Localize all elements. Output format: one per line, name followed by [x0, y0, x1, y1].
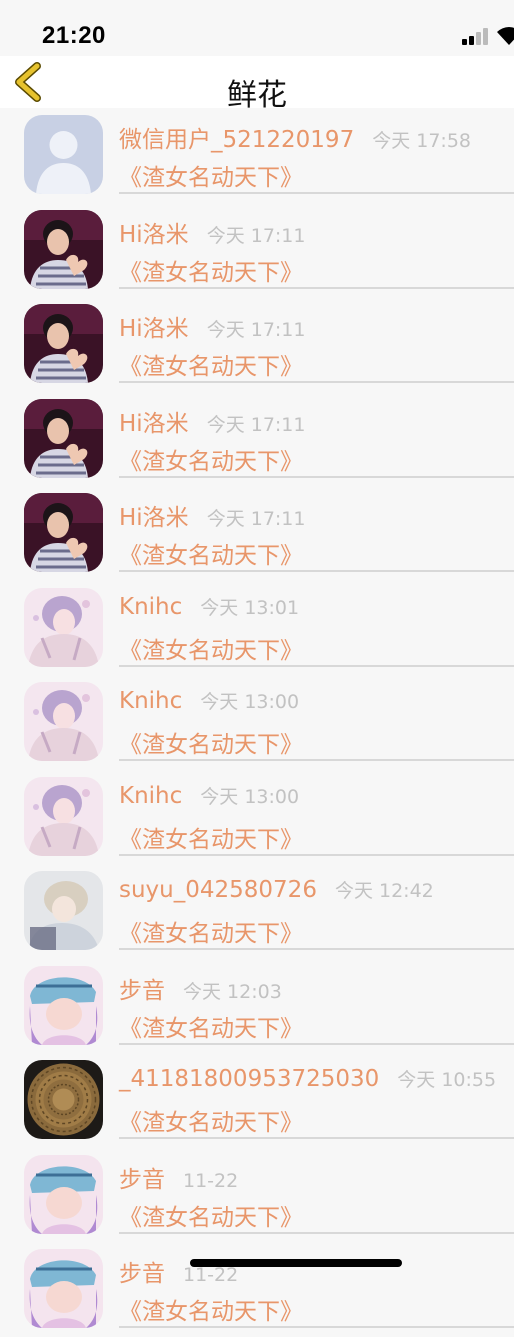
list-item[interactable]: _41181800953725030 今天 10:55 《渣女名动天下》 — [0, 1053, 514, 1148]
divider — [119, 381, 514, 383]
user-name[interactable]: Hi洛米 — [119, 309, 189, 343]
name-line: Knihc 今天 13:01 — [119, 593, 299, 620]
avatar[interactable] — [24, 682, 103, 761]
list-item[interactable]: Knihc 今天 13:00 《渣女名动天下》 — [0, 675, 514, 770]
name-line: Hi洛米 今天 17:11 — [119, 404, 305, 438]
timestamp: 今天 17:11 — [206, 319, 306, 341]
list-item[interactable]: 步音 今天 12:03 《渣女名动天下》 — [0, 959, 514, 1054]
user-name[interactable]: suyu_042580726 — [119, 877, 317, 903]
book-title[interactable]: 《渣女名动天下》 — [119, 1292, 303, 1326]
avatar[interactable] — [24, 304, 103, 383]
list-item[interactable]: 步音 11-22 《渣女名动天下》 — [0, 1148, 514, 1243]
timestamp: 11-22 — [183, 1169, 239, 1192]
timestamp: 今天 17:11 — [206, 413, 306, 436]
divider — [119, 948, 514, 950]
timestamp: 今天 13:00 — [200, 785, 300, 808]
list-item[interactable]: Hi洛米 今天 17:11 《渣女名动天下》 — [0, 486, 514, 581]
avatar[interactable] — [24, 587, 103, 667]
name-line: _41181800953725030 今天 10:55 — [119, 1065, 496, 1092]
timestamp: 今天 17:11 — [206, 508, 306, 530]
timestamp: 今天 10:55 — [397, 1069, 497, 1091]
user-name[interactable]: Knihc — [119, 783, 182, 809]
book-title[interactable]: 《渣女名动天下》 — [119, 1103, 303, 1137]
divider — [119, 475, 514, 478]
name-line: Hi洛米 今天 17:11 — [119, 498, 305, 532]
divider — [119, 286, 514, 289]
book-title[interactable]: 《渣女名动天下》 — [119, 725, 303, 759]
wifi-icon — [496, 26, 514, 46]
book-title[interactable]: 《渣女名动天下》 — [119, 820, 303, 854]
user-name[interactable]: 步音 — [119, 1254, 165, 1288]
list-item[interactable]: Knihc 今天 13:00 《渣女名动天下》 — [0, 770, 514, 865]
user-name[interactable]: 步音 — [119, 971, 165, 1005]
book-title[interactable]: 《渣女名动天下》 — [119, 442, 303, 476]
divider — [119, 664, 514, 667]
user-name[interactable]: Hi洛米 — [119, 498, 189, 532]
list-item[interactable]: 微信用户_521220197 今天 17:58 《渣女名动天下》 — [0, 108, 514, 203]
name-line: Knihc 今天 13:00 — [119, 782, 299, 809]
list-item[interactable]: Hi洛米 今天 17:11 《渣女名动天下》 — [0, 297, 514, 392]
status-time: 21:20 — [42, 22, 106, 49]
book-title[interactable]: 《渣女名动天下》 — [119, 1198, 303, 1232]
cellular-signal-icon — [462, 27, 492, 45]
timestamp: 今天 17:58 — [372, 130, 471, 152]
avatar[interactable] — [24, 776, 103, 856]
avatar[interactable] — [24, 1249, 103, 1328]
avatar[interactable] — [24, 1154, 103, 1234]
user-name[interactable]: Knihc — [119, 688, 182, 714]
avatar[interactable] — [24, 398, 103, 478]
avatar[interactable] — [24, 115, 103, 194]
timestamp: 今天 17:11 — [206, 224, 306, 247]
timestamp: 今天 12:42 — [334, 880, 434, 902]
name-line: 微信用户_521220197 今天 17:58 — [119, 120, 471, 154]
nav-bar: 鲜花 — [0, 56, 514, 113]
divider — [119, 853, 514, 856]
divider — [119, 192, 514, 194]
book-title[interactable]: 《渣女名动天下》 — [119, 536, 303, 570]
avatar[interactable] — [24, 871, 103, 950]
timestamp: 今天 13:00 — [200, 691, 300, 713]
list-item[interactable]: Knihc 今天 13:01 《渣女名动天下》 — [0, 581, 514, 676]
timestamp: 今天 12:03 — [183, 980, 282, 1003]
list-item[interactable]: Hi洛米 今天 17:11 《渣女名动天下》 — [0, 203, 514, 298]
name-line: Knihc 今天 13:00 — [119, 687, 299, 714]
avatar[interactable] — [24, 965, 103, 1045]
timestamp: 11-22 — [183, 1264, 239, 1286]
book-title[interactable]: 《渣女名动天下》 — [119, 158, 303, 192]
user-name[interactable]: _41181800953725030 — [119, 1066, 379, 1092]
book-title[interactable]: 《渣女名动天下》 — [119, 347, 303, 381]
list-item[interactable]: suyu_042580726 今天 12:42 《渣女名动天下》 — [0, 864, 514, 959]
book-title[interactable]: 《渣女名动天下》 — [119, 1009, 303, 1043]
avatar[interactable] — [24, 493, 103, 572]
user-name[interactable]: Knihc — [119, 594, 182, 620]
divider — [119, 1042, 514, 1045]
avatar[interactable] — [24, 1060, 103, 1139]
avatar[interactable] — [24, 209, 103, 289]
name-line: suyu_042580726 今天 12:42 — [119, 876, 434, 903]
name-line: 步音 今天 12:03 — [119, 971, 282, 1005]
divider — [119, 570, 514, 572]
name-line: 步音 11-22 — [119, 1160, 238, 1194]
divider — [119, 1326, 514, 1328]
name-line: Hi洛米 今天 17:11 — [119, 309, 305, 343]
user-name[interactable]: Hi洛米 — [119, 215, 189, 249]
timestamp: 今天 13:01 — [200, 596, 300, 619]
user-name[interactable]: Hi洛米 — [119, 404, 189, 438]
book-title[interactable]: 《渣女名动天下》 — [119, 253, 303, 287]
list-item[interactable]: Hi洛米 今天 17:11 《渣女名动天下》 — [0, 392, 514, 487]
status-bar: 21:20 — [0, 0, 514, 56]
divider — [119, 1231, 514, 1234]
user-name[interactable]: 步音 — [119, 1160, 165, 1194]
user-name[interactable]: 微信用户_521220197 — [119, 120, 354, 154]
divider — [119, 1137, 514, 1139]
list-item[interactable]: 步音 11-22 《渣女名动天下》 — [0, 1242, 514, 1337]
name-line: Hi洛米 今天 17:11 — [119, 215, 305, 249]
home-indicator[interactable] — [190, 1259, 402, 1267]
book-title[interactable]: 《渣女名动天下》 — [119, 914, 303, 948]
book-title[interactable]: 《渣女名动天下》 — [119, 631, 303, 665]
flower-gift-list: 微信用户_521220197 今天 17:58 《渣女名动天下》 Hi洛米 今天 17:… — [0, 108, 514, 1337]
divider — [119, 759, 514, 761]
